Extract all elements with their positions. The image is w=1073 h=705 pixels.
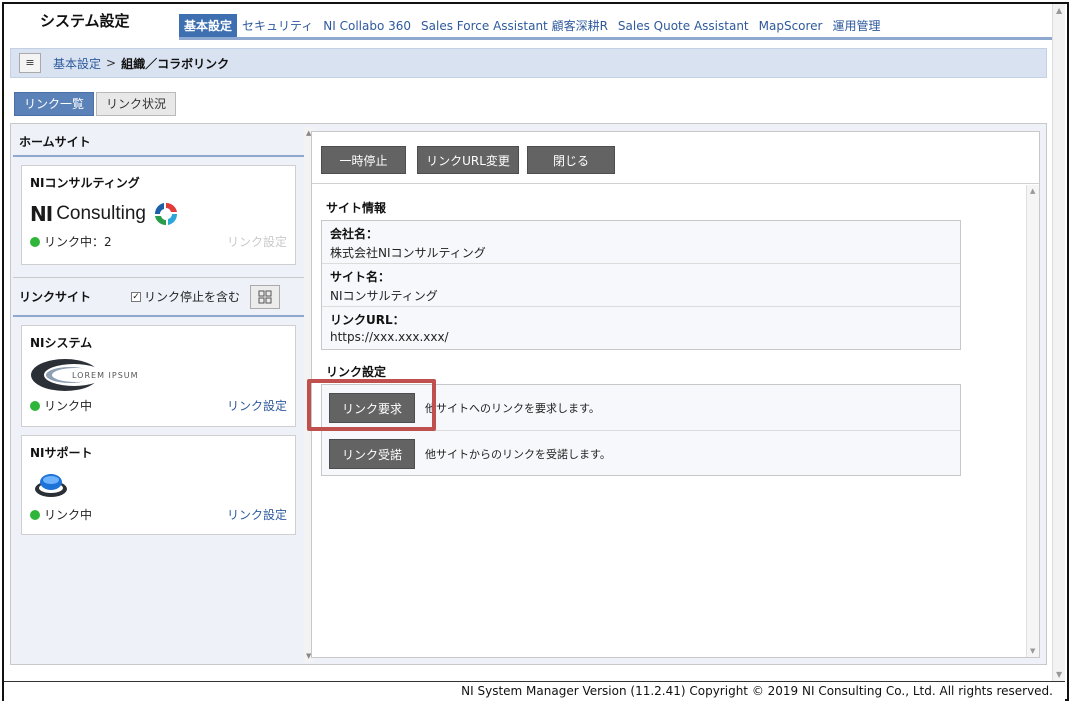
link-site-heading: リンクサイト: [19, 290, 92, 304]
link-site-title: NIサポート: [30, 446, 93, 460]
link-accept-description: 他サイトからのリンクを受諾します。: [425, 448, 611, 461]
link-site-status-row: リンク中 リンク設定: [30, 397, 287, 414]
link-site-card[interactable]: NIサポート リンク中 リンク設定: [21, 435, 296, 535]
link-accept-button[interactable]: リンク受諾: [329, 439, 416, 469]
breadcrumb: ≡ 基本設定 > 組織／コラボリンク: [10, 48, 1047, 78]
include-stopped-checkbox[interactable]: ✓ リンク停止を含む: [131, 288, 240, 305]
detail-body: サイト情報 会社名： 株式会社NIコンサルティング サイト名： NIコンサルティ…: [312, 185, 1039, 657]
menu-toggle-button[interactable]: ≡: [19, 53, 41, 73]
tab-basic-settings[interactable]: 基本設定: [179, 14, 238, 38]
setting-row-accept: リンク受諾 他サイトからのリンクを受諾します。: [322, 431, 960, 477]
grid-icon: [258, 290, 272, 303]
link-setting-link[interactable]: リンク設定: [227, 506, 287, 523]
scroll-up-icon[interactable]: ▲: [1056, 6, 1062, 15]
tab-security[interactable]: セキュリティ: [237, 14, 318, 38]
app-title: システム設定: [40, 12, 130, 30]
status-dot-icon: [30, 236, 40, 247]
home-site-status: リンク中：2: [44, 235, 112, 249]
link-site-status: リンク中: [44, 399, 93, 413]
link-site-header: リンクサイト ✓ リンク停止を含む: [13, 277, 304, 317]
link-request-description: 他サイトへのリンクを要求します。: [425, 401, 600, 415]
company-label: 会社名：: [330, 227, 379, 241]
info-row-site-name: サイト名： NIコンサルティング: [322, 264, 960, 307]
link-site-title: NIシステム: [30, 336, 93, 350]
detail-scrollbar[interactable]: ▲ ▼: [1026, 185, 1039, 657]
logo-text-ni: NI: [30, 202, 53, 226]
link-setting-title: リンク設定: [326, 365, 387, 379]
home-site-card[interactable]: NIコンサルティング NI Consulting リンク中：2 リンク設定: [21, 165, 296, 265]
scroll-down-icon[interactable]: ▼: [1030, 647, 1035, 655]
logo-lorem-text: LOREM IPSUM: [72, 370, 139, 380]
tab-mapscorer[interactable]: MapScorer: [754, 14, 828, 38]
pause-button[interactable]: 一時停止: [321, 146, 406, 174]
page-scrollbar[interactable]: ▲ ▼: [1052, 4, 1065, 681]
lorem-ipsum-logo: LOREM IPSUM: [30, 357, 287, 393]
link-url-label: リンクURL：: [330, 313, 405, 327]
site-info-title: サイト情報: [326, 201, 387, 215]
breadcrumb-parent-link[interactable]: 基本設定: [53, 55, 101, 72]
setting-row-request: リンク要求 他サイトへのリンクを要求します。: [322, 385, 960, 431]
link-url-value: https://xxx.xxx.xxx/: [330, 330, 449, 344]
scroll-down-icon[interactable]: ▼: [1056, 670, 1062, 679]
info-row-company: 会社名： 株式会社NIコンサルティング: [322, 221, 960, 264]
tab-sales-force-assistant[interactable]: Sales Force Assistant 顧客深耕R: [416, 14, 613, 38]
change-url-button[interactable]: リンクURL変更: [417, 146, 519, 174]
site-list-pane: ホームサイト NIコンサルティング NI Consulting リンク中：2 リ…: [13, 127, 314, 662]
link-site-status-row: リンク中 リンク設定: [30, 506, 287, 523]
tab-link-list[interactable]: リンク一覧: [14, 92, 95, 116]
checkbox-checked-icon[interactable]: ✓: [131, 291, 142, 302]
tab-operations[interactable]: 運用管理: [828, 14, 886, 38]
breadcrumb-separator: >: [106, 56, 117, 70]
close-button[interactable]: 閉じる: [527, 146, 615, 174]
link-request-button[interactable]: リンク要求: [329, 392, 416, 423]
tab-link-status[interactable]: リンク状況: [96, 92, 177, 116]
home-site-status-row: リンク中：2 リンク設定: [30, 233, 287, 250]
tab-ni-collabo-360[interactable]: NI Collabo 360: [318, 14, 416, 38]
link-setting-box: リンク要求 他サイトへのリンクを要求します。 リンク受諾 他サイトからのリンクを…: [321, 384, 961, 476]
home-link-setting-link: リンク設定: [226, 235, 287, 249]
include-stopped-label: リンク停止を含む: [144, 290, 241, 304]
ni-swirl-logo-icon: [154, 202, 177, 226]
site-name-label: サイト名：: [330, 270, 391, 284]
logo-text-consulting: Consulting: [56, 203, 146, 224]
scroll-up-icon[interactable]: ▲: [1030, 187, 1035, 195]
home-site-heading: ホームサイト: [13, 127, 304, 157]
home-site-title: NIコンサルティング: [30, 176, 140, 190]
link-setting-link[interactable]: リンク設定: [227, 397, 287, 414]
link-site-card[interactable]: NIシステム LOREM IPSUM リンク中 リンク設定: [21, 325, 296, 427]
detail-toolbar: 一時停止 リンクURL変更 閉じる: [312, 132, 1039, 184]
copyright-text: NI System Manager Version (11.2.41) Copy…: [461, 684, 1053, 698]
grid-view-button[interactable]: [250, 284, 281, 309]
site-name-value: NIコンサルティング: [330, 289, 438, 303]
status-dot-icon: [30, 400, 40, 411]
link-site-status: リンク中: [44, 508, 93, 522]
breadcrumb-current: 組織／コラボリンク: [121, 56, 230, 71]
view-tabs: リンク一覧 リンク状況: [14, 92, 178, 116]
support-logo: [34, 469, 287, 502]
tab-sales-quote-assistant[interactable]: Sales Quote Assistant: [613, 14, 754, 38]
status-dot-icon: [30, 509, 40, 520]
top-tab-bar: 基本設定 セキュリティ NI Collabo 360 Sales Force A…: [179, 13, 886, 39]
tab-underline: [179, 37, 1053, 40]
info-row-link-url: リンクURL： https://xxx.xxx.xxx/: [322, 307, 960, 350]
site-detail-pane: 一時停止 リンクURL変更 閉じる サイト情報 会社名： 株式会社NIコンサルテ…: [311, 131, 1040, 658]
footer: NI System Manager Version (11.2.41) Copy…: [4, 681, 1065, 701]
company-value: 株式会社NIコンサルティング: [330, 246, 486, 260]
site-info-box: 会社名： 株式会社NIコンサルティング サイト名： NIコンサルティング リンク…: [321, 220, 961, 350]
support-ring-logo-icon: [35, 474, 67, 497]
ni-consulting-logo: NI Consulting: [30, 201, 287, 227]
